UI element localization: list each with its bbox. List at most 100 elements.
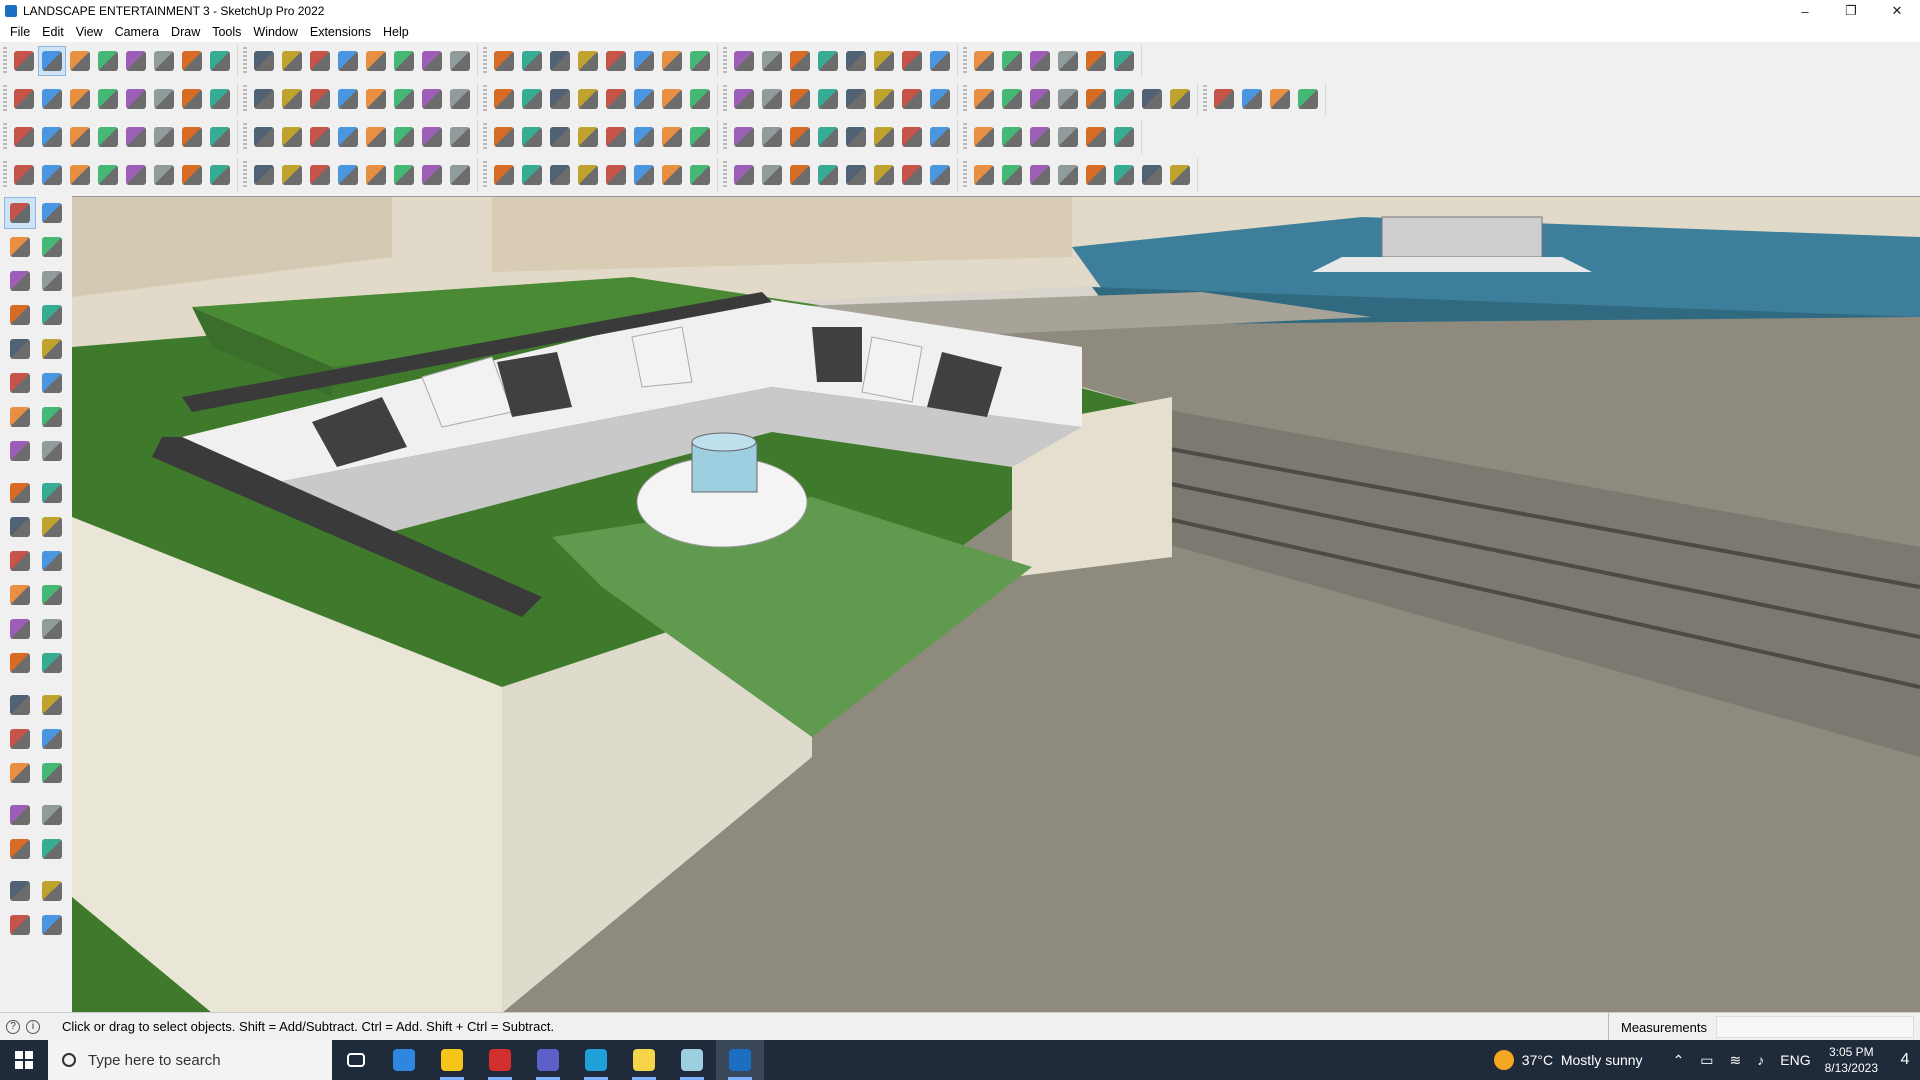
plane-icon[interactable] bbox=[122, 122, 150, 152]
push-icon[interactable] bbox=[150, 84, 178, 114]
flip-icon[interactable] bbox=[926, 46, 954, 76]
rectangle-icon[interactable] bbox=[4, 333, 36, 365]
box-icon[interactable] bbox=[490, 84, 518, 114]
toolbar-grip[interactable] bbox=[243, 47, 247, 75]
toolbar-grip[interactable] bbox=[3, 47, 7, 75]
cone-icon[interactable] bbox=[518, 122, 546, 152]
freehand-icon[interactable] bbox=[36, 299, 68, 331]
follow-me-icon[interactable] bbox=[334, 46, 362, 76]
curve-icon[interactable] bbox=[10, 160, 38, 190]
cone-icon[interactable] bbox=[490, 122, 518, 152]
dropdown-icon[interactable] bbox=[66, 46, 94, 76]
hand-icon[interactable] bbox=[546, 160, 574, 190]
components-icon[interactable] bbox=[4, 265, 36, 297]
parallelogram-icon[interactable] bbox=[870, 84, 898, 114]
menu-edit[interactable]: Edit bbox=[36, 25, 70, 39]
layers-icon[interactable] bbox=[4, 909, 36, 941]
orbit-icon[interactable] bbox=[36, 197, 68, 229]
user-icon[interactable] bbox=[786, 46, 814, 76]
toolbar-grip[interactable] bbox=[963, 123, 967, 151]
text-icon[interactable] bbox=[490, 46, 518, 76]
start-button[interactable] bbox=[0, 1040, 48, 1080]
toolbar-grip[interactable] bbox=[243, 85, 247, 113]
chevron-up-icon[interactable]: ⌃ bbox=[1673, 1052, 1685, 1069]
shape-icon[interactable] bbox=[250, 160, 278, 190]
sandbox-icon[interactable] bbox=[686, 46, 714, 76]
zoom-window-icon[interactable] bbox=[36, 723, 68, 755]
scale-icon[interactable] bbox=[418, 46, 446, 76]
block-icon[interactable] bbox=[1294, 84, 1322, 114]
grid-icon[interactable] bbox=[998, 122, 1026, 152]
chain-icon[interactable] bbox=[306, 122, 334, 152]
menu-view[interactable]: View bbox=[70, 25, 109, 39]
taskbar-search[interactable]: Type here to search bbox=[48, 1040, 332, 1080]
pipe-icon[interactable] bbox=[178, 160, 206, 190]
dropdown-icon[interactable] bbox=[814, 46, 842, 76]
sketchup-layout-taskbar-button[interactable] bbox=[668, 1040, 716, 1080]
offset-icon[interactable] bbox=[36, 545, 68, 577]
line-icon[interactable] bbox=[4, 299, 36, 331]
block-icon[interactable] bbox=[970, 160, 998, 190]
shape-icon[interactable] bbox=[574, 160, 602, 190]
menu-window[interactable]: Window bbox=[247, 25, 303, 39]
toolbar-grip[interactable] bbox=[723, 47, 727, 75]
move-icon[interactable] bbox=[658, 122, 686, 152]
leaf-icon[interactable] bbox=[686, 84, 714, 114]
box-icon[interactable] bbox=[278, 122, 306, 152]
rect-red-icon[interactable] bbox=[178, 122, 206, 152]
polygon-icon[interactable] bbox=[36, 367, 68, 399]
zoom-icon[interactable] bbox=[4, 723, 36, 755]
grid-icon[interactable] bbox=[1026, 122, 1054, 152]
box-icon[interactable] bbox=[898, 122, 926, 152]
teams-taskbar-button[interactable] bbox=[524, 1040, 572, 1080]
arc-icon[interactable] bbox=[970, 84, 998, 114]
ruler-icon[interactable] bbox=[1054, 84, 1082, 114]
block-icon[interactable] bbox=[1266, 84, 1294, 114]
block-icon[interactable] bbox=[1238, 84, 1266, 114]
info-icon[interactable]: i bbox=[26, 1019, 40, 1034]
block-icon[interactable] bbox=[1138, 160, 1166, 190]
toolbar-grip[interactable] bbox=[723, 123, 727, 151]
toolbar-grip[interactable] bbox=[483, 123, 487, 151]
undo-icon[interactable] bbox=[1054, 46, 1082, 76]
menu-camera[interactable]: Camera bbox=[109, 25, 165, 39]
cube-icon[interactable] bbox=[38, 84, 66, 114]
sketch-icon[interactable] bbox=[658, 84, 686, 114]
section-plane-icon[interactable] bbox=[842, 46, 870, 76]
toolbar-grip[interactable] bbox=[963, 85, 967, 113]
box-icon[interactable] bbox=[786, 122, 814, 152]
car-icon[interactable] bbox=[66, 160, 94, 190]
zoom-extents-icon[interactable] bbox=[630, 46, 658, 76]
block-icon[interactable] bbox=[842, 160, 870, 190]
paint-bucket-icon[interactable] bbox=[4, 231, 36, 263]
line-icon[interactable] bbox=[334, 160, 362, 190]
line-icon[interactable] bbox=[306, 160, 334, 190]
x-icon[interactable] bbox=[1054, 122, 1082, 152]
intersect-icon[interactable] bbox=[1026, 46, 1054, 76]
tape-measure-icon[interactable] bbox=[4, 579, 36, 611]
shape-icon[interactable] bbox=[150, 160, 178, 190]
block-icon[interactable] bbox=[898, 160, 926, 190]
position-camera-icon[interactable] bbox=[4, 799, 36, 831]
toolbar-grip[interactable] bbox=[243, 123, 247, 151]
tag-icon[interactable] bbox=[1082, 84, 1110, 114]
section-plane-icon[interactable] bbox=[36, 833, 68, 865]
sketchup-app-icon[interactable] bbox=[5, 5, 17, 17]
stairs-icon[interactable] bbox=[630, 160, 658, 190]
plane-icon[interactable] bbox=[38, 122, 66, 152]
curve-icon[interactable] bbox=[334, 84, 362, 114]
dots-icon[interactable] bbox=[362, 122, 390, 152]
block-icon[interactable] bbox=[1110, 160, 1138, 190]
restore-button[interactable]: ❐ bbox=[1828, 0, 1874, 22]
calculator-taskbar-button[interactable] bbox=[380, 1040, 428, 1080]
curve-icon[interactable] bbox=[38, 160, 66, 190]
panel-icon[interactable] bbox=[926, 122, 954, 152]
arc-3pt-icon[interactable] bbox=[4, 435, 36, 467]
toolbar-grip[interactable] bbox=[723, 85, 727, 113]
pencil-icon[interactable] bbox=[36, 265, 68, 297]
dropdown-icon[interactable] bbox=[206, 46, 234, 76]
help-icon[interactable] bbox=[1110, 46, 1138, 76]
file-explorer-taskbar-button[interactable] bbox=[428, 1040, 476, 1080]
shape-icon[interactable] bbox=[446, 160, 474, 190]
sketchup-taskbar-button[interactable] bbox=[716, 1040, 764, 1080]
